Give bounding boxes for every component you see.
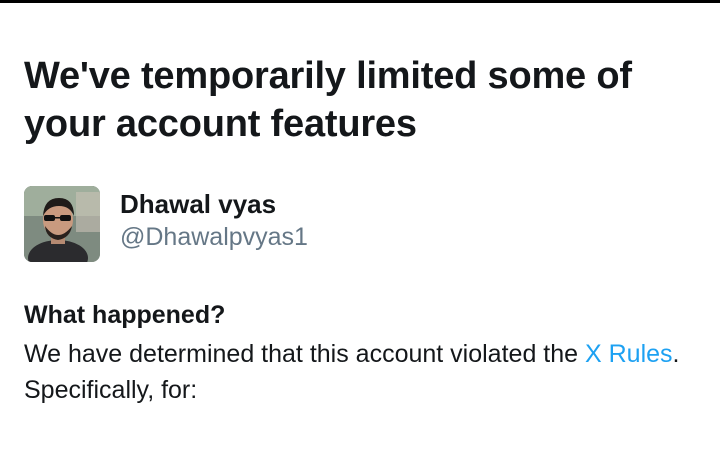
avatar[interactable] <box>24 186 100 262</box>
account-card: Dhawal vyas @Dhawalpvyas1 <box>24 186 308 262</box>
account-handle[interactable]: @Dhawalpvyas1 <box>120 220 308 254</box>
section-title: What happened? <box>24 301 226 329</box>
top-divider <box>0 0 720 3</box>
violation-message: We have determined that this account vio… <box>24 336 704 408</box>
profile-photo-icon <box>24 186 100 262</box>
what-happened-section: What happened? We have determined that t… <box>24 298 704 408</box>
rules-link[interactable]: X Rules <box>585 340 673 368</box>
violation-text: We have determined that this account vio… <box>24 340 585 368</box>
page-title: We've temporarily limited some of your a… <box>24 55 632 145</box>
display-name[interactable]: Dhawal vyas <box>120 188 308 220</box>
